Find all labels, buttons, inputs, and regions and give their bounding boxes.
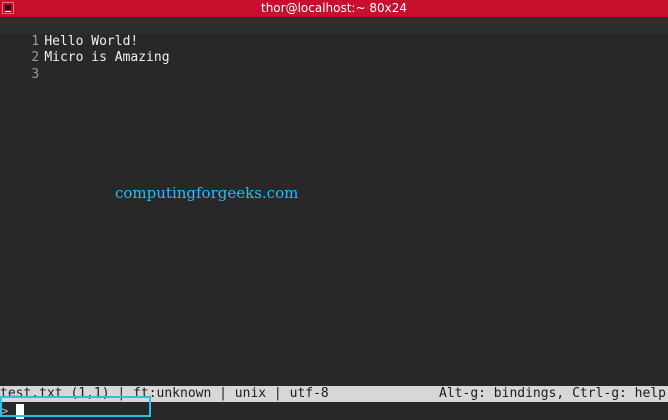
status-help-hint: Alt-g: bindings, Ctrl-g: help [439,386,666,401]
line-number: 3 [31,66,40,82]
watermark-text: computingforgeeks.com [115,184,299,202]
window-title: thor@localhost:~ 80x24 [260,1,407,15]
editor-line[interactable]: 1 Hello World! [0,17,668,49]
editor-area[interactable]: 1 Hello World! 2 Micro is Amazing 3 [0,17,668,386]
terminal-icon[interactable] [2,2,14,14]
editor-line[interactable]: 3 [0,50,668,82]
editor-line[interactable]: 2 Micro is Amazing [0,34,668,65]
window-titlebar[interactable]: thor@localhost:~ 80x24 [0,0,668,17]
annotation-highlight-box [0,396,151,417]
